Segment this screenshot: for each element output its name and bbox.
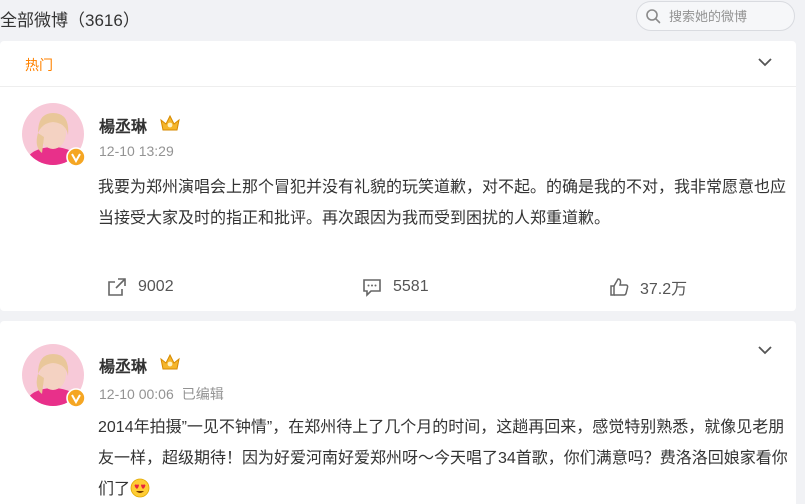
post-meta: 12-10 13:29: [99, 143, 182, 159]
feed-header: 全部微博（3616）: [0, 0, 805, 36]
post-text: 2014年拍摄”一见不钟情”，在郑州待上了几个月的时间，这趟再回来，感觉特别熟悉…: [98, 412, 788, 504]
like-icon: [610, 278, 629, 296]
like-button[interactable]: 37.2万: [608, 275, 687, 299]
feed-title: 全部微博（3616）: [0, 11, 140, 30]
comment-icon: [363, 279, 381, 297]
avatar[interactable]: [22, 344, 86, 408]
verified-badge-icon: [66, 388, 86, 408]
username[interactable]: 楊丞琳: [99, 113, 147, 137]
edited-label[interactable]: 已编辑: [182, 386, 224, 402]
post-card: 热门 楊丞琳 12-10 13:29 我要为郑州演唱会上那个冒犯并没有礼貌的玩笑…: [0, 41, 796, 311]
chevron-down-icon[interactable]: [756, 53, 774, 71]
repost-button[interactable]: 9002: [106, 275, 174, 299]
search-box[interactable]: [636, 1, 795, 31]
post-time[interactable]: 12-10 13:29: [99, 143, 174, 159]
comment-button[interactable]: 5581: [361, 275, 429, 299]
post-time[interactable]: 12-10 00:06: [99, 386, 174, 402]
repost-icon: [108, 278, 126, 296]
username[interactable]: 楊丞琳: [99, 353, 147, 377]
post-meta: 12-10 00:06 已编辑: [99, 384, 232, 404]
hot-label: 热门: [25, 57, 53, 73]
search-input[interactable]: [669, 8, 789, 24]
like-count: 37.2万: [640, 281, 688, 298]
avatar[interactable]: [22, 103, 86, 167]
heart-eyes-emoji: [130, 478, 150, 498]
repost-count: 9002: [138, 278, 174, 295]
post-card: 楊丞琳 12-10 00:06 已编辑 2014年拍摄”一见不钟情”，在郑州待上了…: [0, 321, 796, 504]
chevron-down-icon[interactable]: [756, 341, 774, 359]
search-icon: [646, 9, 661, 24]
post-text: 我要为郑州演唱会上那个冒犯并没有礼貌的玩笑道歉，对不起。的确是我的不对，我非常愿…: [98, 179, 787, 227]
post-text-body: 2014年拍摄”一见不钟情”，在郑州待上了几个月的时间，这趟再回来，感觉特别熟悉…: [98, 419, 788, 498]
verified-badge-icon: [66, 147, 86, 167]
crown-icon: [159, 352, 181, 372]
comment-count: 5581: [393, 278, 429, 295]
crown-icon: [159, 113, 181, 133]
hot-section-header: 热门: [0, 41, 796, 87]
